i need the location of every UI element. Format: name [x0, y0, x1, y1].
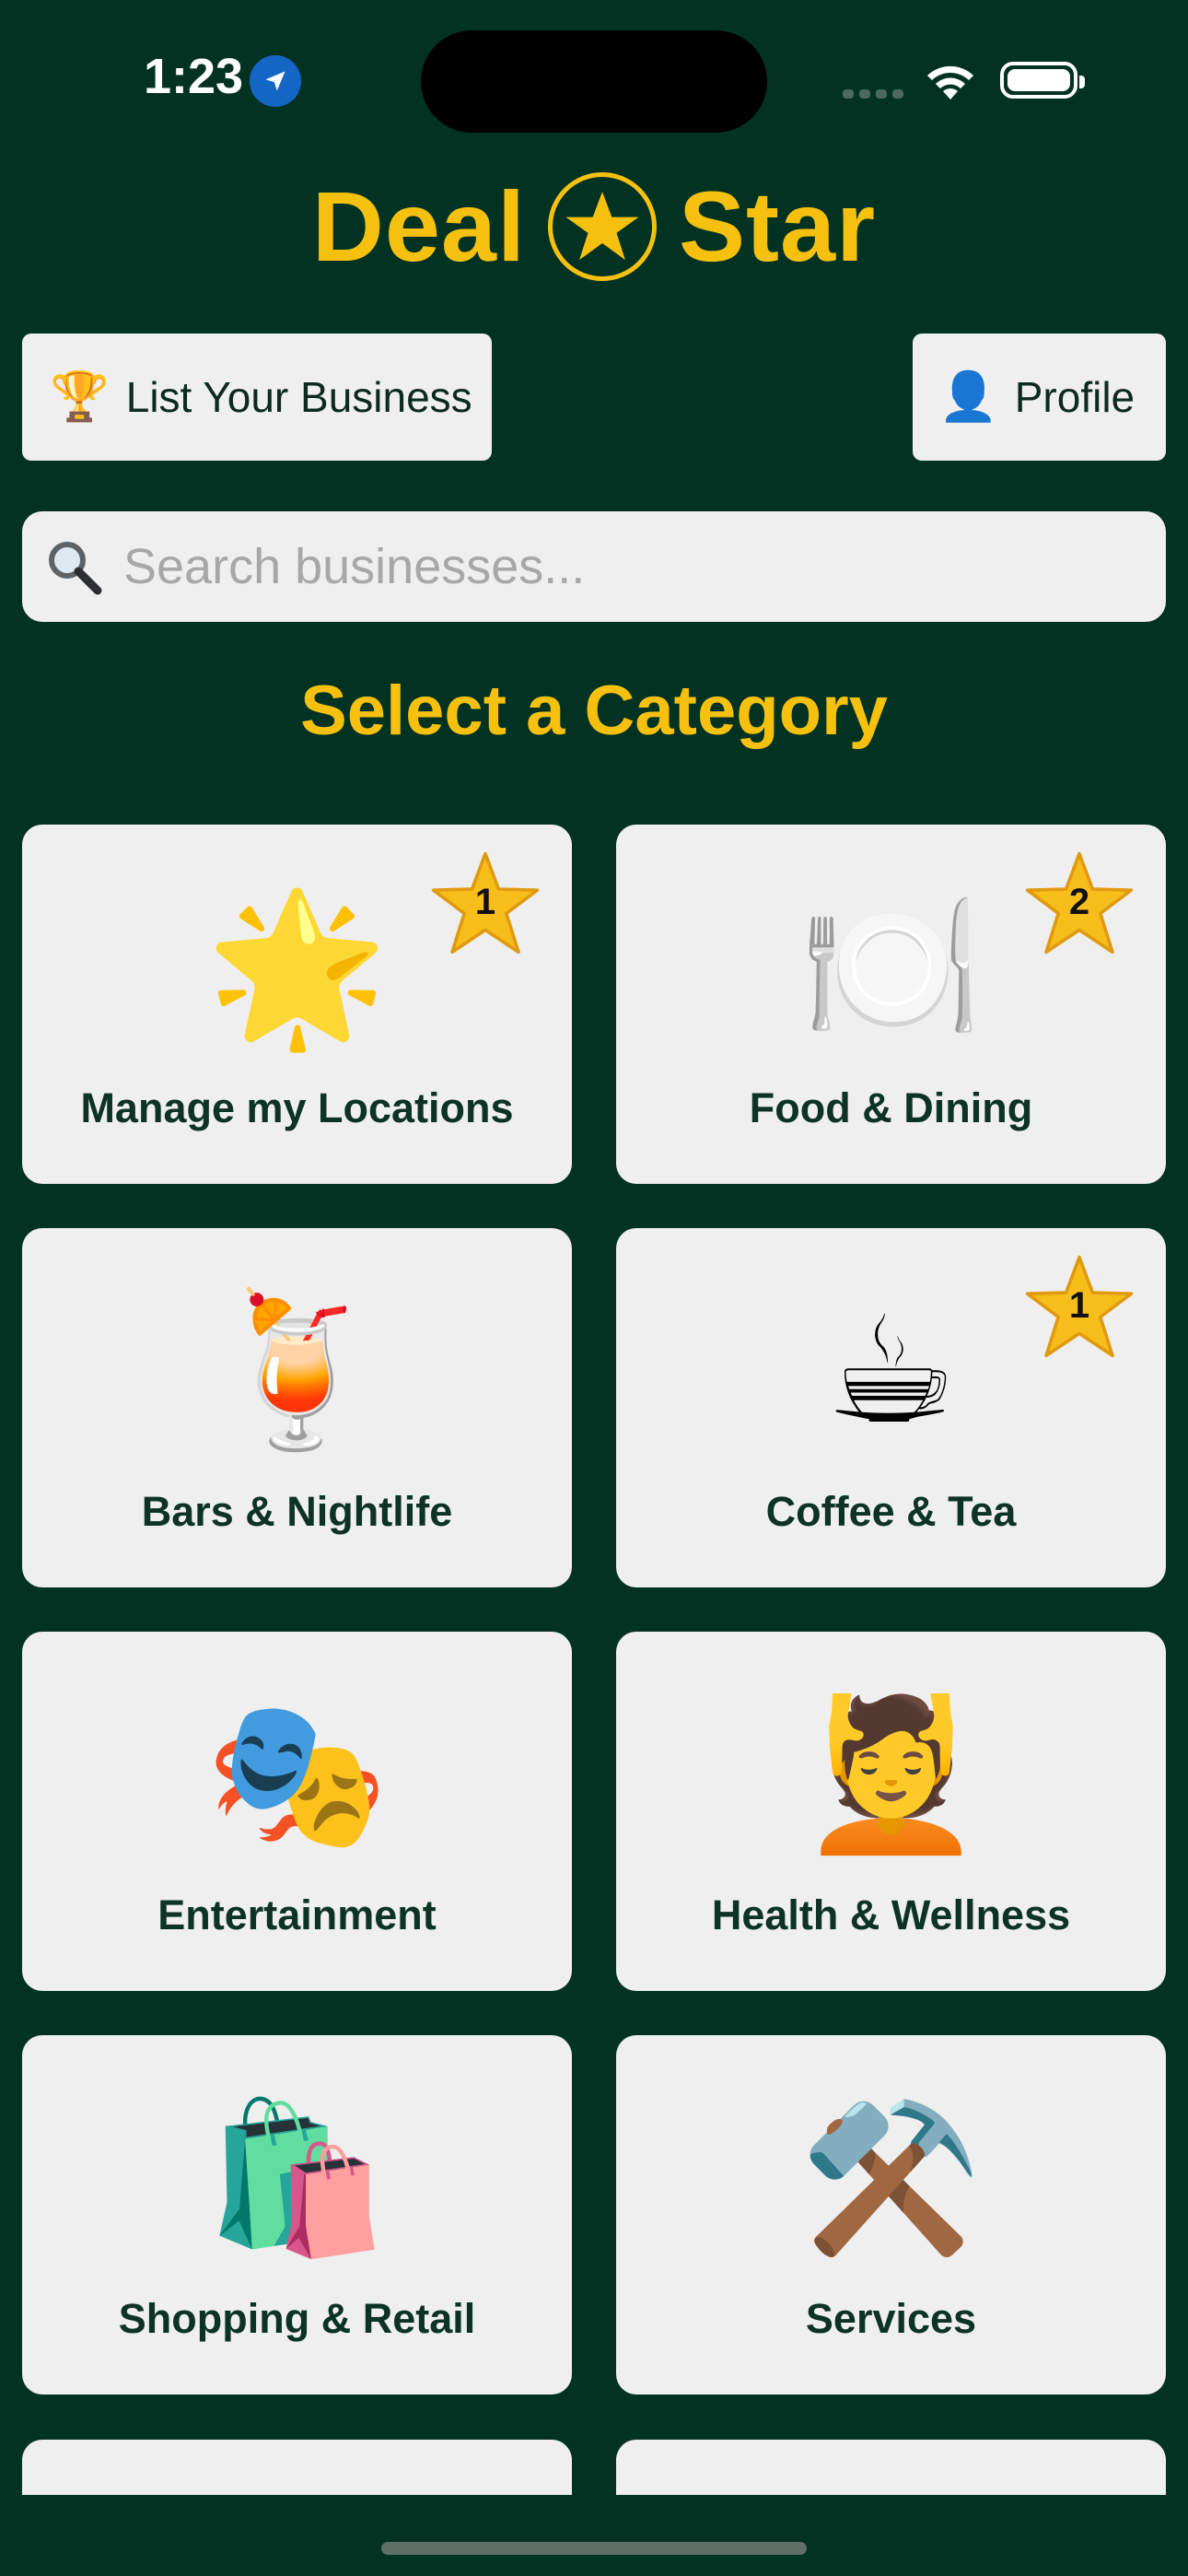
- profile-label: Profile: [1014, 373, 1136, 421]
- category-label: Coffee & Tea: [765, 1488, 1017, 1535]
- badge-count: 2: [1068, 882, 1090, 922]
- list-business-button[interactable]: 🏆 List Your Business: [22, 334, 492, 461]
- category-card-manage-locations[interactable]: 🌟 1 Manage my Locations: [22, 825, 572, 1184]
- profile-button[interactable]: 👤 Profile: [913, 334, 1166, 461]
- category-card-shopping-retail[interactable]: 🛍️ Shopping & Retail: [22, 2035, 572, 2395]
- category-card-bars-nightlife[interactable]: 🍹 Bars & Nightlife: [22, 1228, 572, 1587]
- app-logo: Deal Star: [0, 164, 1188, 288]
- wifi-icon: [927, 65, 973, 100]
- dynamic-island: [421, 30, 767, 133]
- cocktail-icon: 🍹: [204, 1284, 390, 1457]
- category-card-entertainment[interactable]: 🎭 Entertainment: [22, 1632, 572, 1991]
- category-label: Shopping & Retail: [118, 2295, 476, 2342]
- logo-word-right: Star: [679, 170, 877, 282]
- search-input[interactable]: [122, 537, 1138, 596]
- logo-word-left: Deal: [311, 170, 527, 282]
- battery-icon: [1000, 62, 1085, 99]
- shopping-bags-icon: 🛍️: [204, 2091, 390, 2264]
- category-card-health-wellness[interactable]: 💆 Health & Wellness: [616, 1632, 1166, 1991]
- list-business-label: List Your Business: [125, 373, 472, 421]
- count-badge: 1: [430, 850, 541, 955]
- category-label: Health & Wellness: [711, 1891, 1071, 1938]
- hammer-wrench-icon: ⚒️: [798, 2091, 984, 2264]
- category-label: Entertainment: [157, 1891, 437, 1938]
- home-indicator[interactable]: [381, 2542, 807, 2555]
- cellular-signal-icon: [843, 85, 909, 102]
- category-card-coffee-tea[interactable]: ☕ 1 Coffee & Tea: [616, 1228, 1166, 1587]
- category-card-partial[interactable]: [616, 2440, 1166, 2495]
- count-badge: 2: [1024, 850, 1135, 955]
- magnifier-icon: [49, 542, 102, 595]
- status-time: 1:23: [144, 49, 244, 104]
- category-card-services[interactable]: ⚒️ Services: [616, 2035, 1166, 2395]
- theater-masks-icon: 🎭: [204, 1688, 390, 1860]
- logo-star-icon: [548, 171, 658, 281]
- category-card-partial[interactable]: [22, 2440, 572, 2495]
- category-label: Food & Dining: [749, 1084, 1033, 1131]
- category-label: Bars & Nightlife: [141, 1488, 453, 1535]
- status-bar: 1:23: [0, 0, 1188, 161]
- category-card-food-dining[interactable]: 🍽️ 2 Food & Dining: [616, 825, 1166, 1184]
- count-badge: 1: [1024, 1254, 1135, 1359]
- section-title: Select a Category: [300, 672, 888, 750]
- category-label: Services: [805, 2295, 977, 2342]
- massage-icon: 💆: [798, 1688, 984, 1860]
- search-bar[interactable]: [22, 511, 1166, 622]
- badge-count: 1: [474, 882, 496, 922]
- trophy-icon: 🏆: [50, 370, 110, 424]
- location-arrow-icon: [250, 55, 301, 107]
- badge-count: 1: [1068, 1285, 1090, 1326]
- user-icon: 👤: [938, 370, 998, 424]
- category-label: Manage my Locations: [80, 1084, 514, 1131]
